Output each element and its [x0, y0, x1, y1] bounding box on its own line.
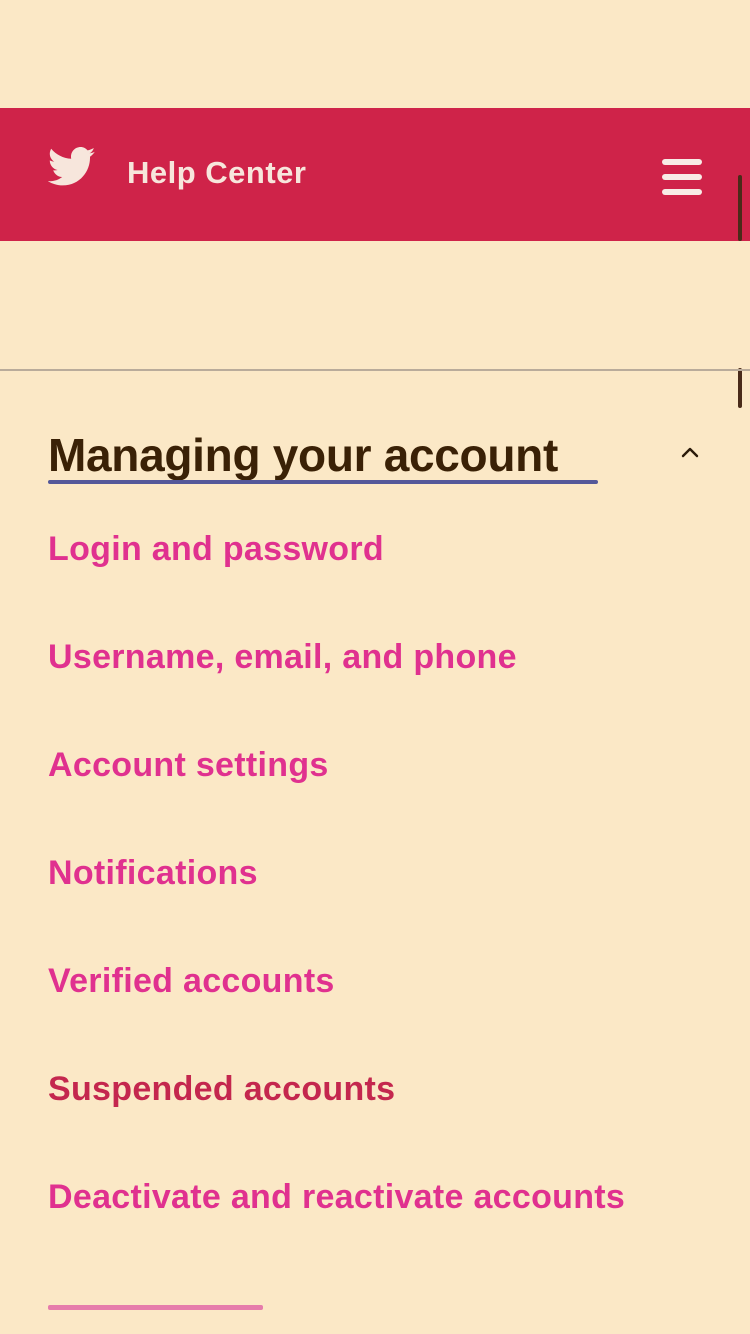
- hamburger-menu-icon: [662, 174, 702, 180]
- nav-link-verified-accounts[interactable]: Verified accounts: [48, 962, 335, 1001]
- chevron-up-icon[interactable]: [676, 438, 704, 466]
- nav-link-suspended-accounts[interactable]: Suspended accounts: [48, 1070, 395, 1109]
- section-divider: [0, 369, 750, 371]
- nav-link-notifications[interactable]: Notifications: [48, 854, 258, 893]
- nav-link-login-and-password[interactable]: Login and password: [48, 530, 384, 569]
- help-center-screen: Help Center Managing your account Login …: [0, 0, 750, 1334]
- nav-link-deactivate-reactivate[interactable]: Deactivate and reactivate accounts: [48, 1178, 625, 1217]
- nav-link-account-settings[interactable]: Account settings: [48, 746, 329, 785]
- hamburger-menu-icon: [662, 159, 702, 165]
- hamburger-menu-button[interactable]: [660, 157, 704, 197]
- section-title[interactable]: Managing your account: [48, 428, 558, 482]
- nav-link-username-email-phone[interactable]: Username, email, and phone: [48, 638, 517, 677]
- header-title: Help Center: [127, 155, 307, 190]
- scrollbar-thumb[interactable]: [738, 368, 742, 408]
- next-item-partial: [48, 1305, 263, 1310]
- top-header-bar: [0, 108, 750, 241]
- section-title-underline: [48, 480, 598, 484]
- scrollbar-thumb[interactable]: [738, 175, 742, 241]
- twitter-bird-icon[interactable]: [48, 147, 96, 187]
- hamburger-menu-icon: [662, 189, 702, 195]
